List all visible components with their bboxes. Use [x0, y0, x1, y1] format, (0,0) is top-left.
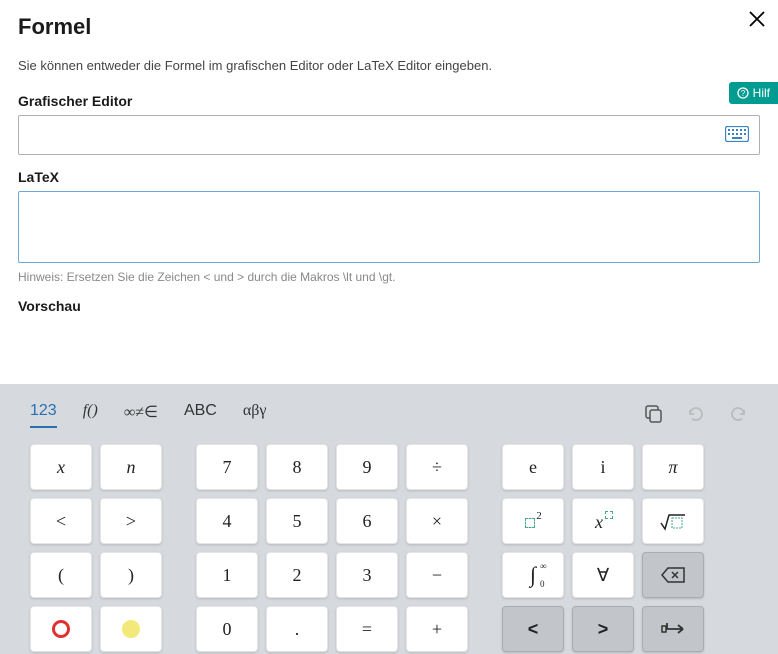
key-square[interactable]: 2	[502, 498, 564, 544]
key-plus[interactable]: +	[406, 606, 468, 652]
circle-red-icon	[52, 620, 70, 638]
key-rparen[interactable]: )	[100, 552, 162, 598]
key-group-numpad: 7 8 9 ÷ 4 5 6 × 1 2 3 − 0 . = +	[196, 444, 468, 652]
key-multiply[interactable]: ×	[406, 498, 468, 544]
key-group-math: e i π 2 x ∫0∞ ∀	[502, 444, 704, 652]
latex-input[interactable]	[18, 191, 760, 263]
key-forall[interactable]: ∀	[572, 552, 634, 598]
key-enter[interactable]	[642, 606, 704, 652]
key-2[interactable]: 2	[266, 552, 328, 598]
key-gt[interactable]: >	[100, 498, 162, 544]
key-highlight[interactable]	[100, 606, 162, 652]
circle-yellow-icon	[122, 620, 140, 638]
preview-label: Vorschau	[18, 298, 760, 314]
key-5[interactable]: 5	[266, 498, 328, 544]
key-record[interactable]	[30, 606, 92, 652]
key-group-vars: x n < > ( )	[30, 444, 162, 652]
help-icon: ?	[737, 87, 749, 99]
undo-button[interactable]	[686, 404, 706, 427]
key-minus[interactable]: −	[406, 552, 468, 598]
key-0[interactable]: 0	[196, 606, 258, 652]
tab-abc[interactable]: ABC	[184, 402, 217, 428]
intro-text: Sie können entweder die Formel im grafis…	[18, 58, 760, 73]
keyboard-tabs: 123 f() ∞≠∈ ABC αβγ	[30, 402, 266, 428]
undo-icon	[686, 404, 706, 424]
close-icon	[748, 10, 766, 28]
square-icon: 2	[522, 512, 544, 530]
key-pi[interactable]: π	[642, 444, 704, 490]
key-6[interactable]: 6	[336, 498, 398, 544]
key-e[interactable]: e	[502, 444, 564, 490]
key-4[interactable]: 4	[196, 498, 258, 544]
key-divide[interactable]: ÷	[406, 444, 468, 490]
key-backspace[interactable]	[642, 552, 704, 598]
key-dot[interactable]: .	[266, 606, 328, 652]
enter-icon	[661, 620, 685, 638]
backspace-icon	[660, 566, 686, 584]
graphical-editor-label: Grafischer Editor	[18, 93, 760, 109]
key-7[interactable]: 7	[196, 444, 258, 490]
tab-greek[interactable]: αβγ	[243, 402, 267, 428]
key-1[interactable]: 1	[196, 552, 258, 598]
sqrt-icon	[659, 511, 687, 531]
key-x[interactable]: x	[30, 444, 92, 490]
copy-button[interactable]	[644, 404, 664, 427]
svg-text:?: ?	[740, 89, 745, 98]
key-lt[interactable]: <	[30, 498, 92, 544]
tab-symbols[interactable]: ∞≠∈	[124, 402, 158, 428]
key-right[interactable]: >	[572, 606, 634, 652]
virtual-keyboard: 123 f() ∞≠∈ ABC αβγ x n <	[0, 384, 778, 654]
redo-button[interactable]	[728, 404, 748, 427]
key-integral[interactable]: ∫0∞	[502, 552, 564, 598]
keyboard-icon[interactable]	[725, 126, 749, 145]
close-button[interactable]	[748, 8, 766, 34]
latex-label: LaTeX	[18, 169, 760, 185]
help-button[interactable]: ? Hilf	[729, 82, 778, 104]
redo-icon	[728, 404, 748, 424]
key-equals[interactable]: =	[336, 606, 398, 652]
dialog-title: Formel	[18, 14, 760, 40]
key-n[interactable]: n	[100, 444, 162, 490]
key-3[interactable]: 3	[336, 552, 398, 598]
key-left[interactable]: <	[502, 606, 564, 652]
copy-icon	[644, 404, 664, 424]
key-lparen[interactable]: (	[30, 552, 92, 598]
graphical-editor-input[interactable]	[18, 115, 760, 155]
key-i[interactable]: i	[572, 444, 634, 490]
key-sqrt[interactable]	[642, 498, 704, 544]
key-9[interactable]: 9	[336, 444, 398, 490]
power-icon: x	[592, 512, 614, 530]
tab-123[interactable]: 123	[30, 402, 57, 428]
latex-hint: Hinweis: Ersetzen Sie die Zeichen < und …	[18, 270, 760, 284]
key-8[interactable]: 8	[266, 444, 328, 490]
tab-functions[interactable]: f()	[83, 402, 98, 428]
key-power[interactable]: x	[572, 498, 634, 544]
integral-icon: ∫0∞	[530, 562, 536, 588]
help-label: Hilf	[753, 86, 770, 100]
